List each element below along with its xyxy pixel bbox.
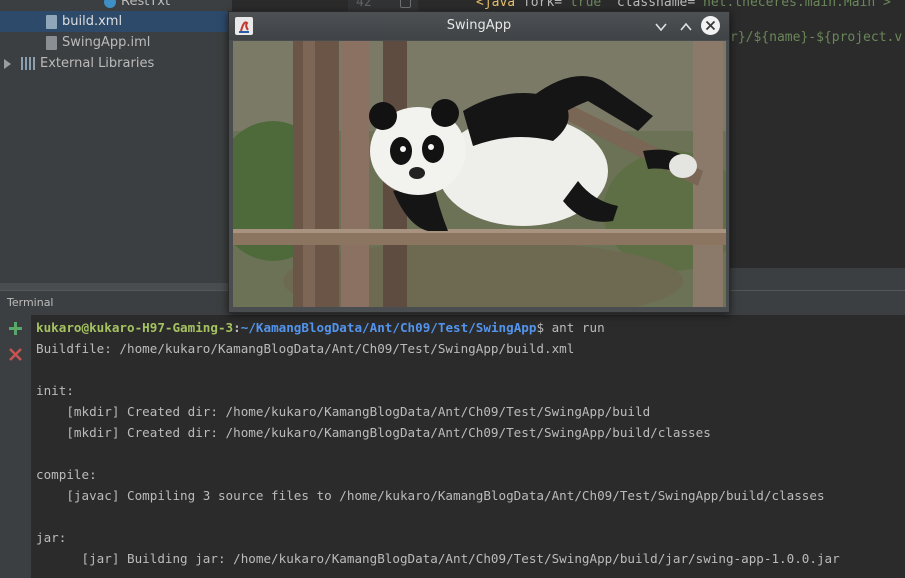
terminal-line: [mkdir] Created dir: /home/kukaro/Kamang… [36, 404, 651, 419]
project-tree-panel: RestTxt build.xml SwingApp.iml External … [0, 0, 232, 290]
tree-item-label: SwingApp.iml [62, 35, 151, 50]
tree-item-external-libraries[interactable]: External Libraries [4, 53, 154, 74]
window-titlebar[interactable]: SwingApp [229, 12, 729, 40]
expand-arrow-icon[interactable] [4, 58, 11, 69]
close-session-button[interactable] [8, 347, 23, 362]
maximize-button[interactable] [679, 19, 693, 33]
terminal-line: init: [36, 383, 74, 398]
xml-tag: <java [476, 0, 516, 10]
libraries-icon [21, 57, 35, 70]
chevron-up-icon [680, 22, 692, 31]
terminal-line: jar: [36, 530, 67, 545]
tree-item-swingapp-iml[interactable]: SwingApp.iml [46, 32, 150, 53]
prompt-user: kukaro@kukaro-H97-Gaming-3 [36, 320, 234, 335]
code-line-42: <java fork="true" classname="net.thecere… [476, 0, 891, 10]
xml-value: "net.theceres.main.Main"> [695, 0, 891, 10]
minimize-button[interactable] [654, 19, 668, 33]
ant-build-file-icon [46, 14, 57, 29]
chevron-down-icon [655, 23, 667, 32]
fold-icon[interactable] [400, 0, 411, 8]
prompt-separator: : [233, 320, 241, 335]
prompt-path: ~/KamangBlogData/Ant/Ch09/Test/SwingApp [240, 320, 537, 335]
terminal-prompt: kukaro@kukaro-H97-Gaming-3:~/KamangBlogD… [36, 320, 605, 335]
tree-item-label: build.xml [62, 14, 123, 29]
editor-horizontal-scrollbar[interactable] [728, 268, 905, 290]
terminal-line: compile: [36, 467, 97, 482]
xml-attr: classname= [609, 0, 696, 10]
tree-item-label: RestTxt [121, 0, 171, 9]
panda-image [233, 41, 726, 307]
close-window-button[interactable] [701, 16, 720, 35]
line-number: 42 [356, 0, 372, 10]
terminal-line: Buildfile: /home/kukaro/KamangBlogData/A… [36, 341, 575, 356]
terminal-title: Terminal [7, 296, 54, 309]
xml-value: "true" [562, 0, 610, 10]
tree-item-build-xml[interactable]: build.xml [0, 11, 232, 32]
tree-item-content: build.xml [46, 11, 122, 32]
new-session-button[interactable] [8, 321, 23, 336]
code-line-43: r}/${name}-${project.v [730, 30, 903, 45]
xml-attr: fork= [515, 0, 563, 10]
add-icon [9, 322, 22, 335]
class-icon [104, 0, 116, 8]
terminal-line: [mkdir] Created dir: /home/kukaro/Kamang… [36, 425, 711, 440]
module-file-icon [46, 35, 57, 50]
terminal-toolbar [0, 315, 31, 578]
terminal-line: [javac] Compiling 3 source files to /hom… [36, 488, 825, 503]
close-icon [9, 348, 22, 361]
tree-item-label: External Libraries [40, 56, 155, 71]
prompt-command: $ ant run [536, 320, 605, 335]
swingapp-window[interactable]: SwingApp [228, 11, 730, 313]
terminal-line: [jar] Building jar: /home/kukaro/KamangB… [36, 551, 840, 566]
close-icon [705, 20, 716, 31]
